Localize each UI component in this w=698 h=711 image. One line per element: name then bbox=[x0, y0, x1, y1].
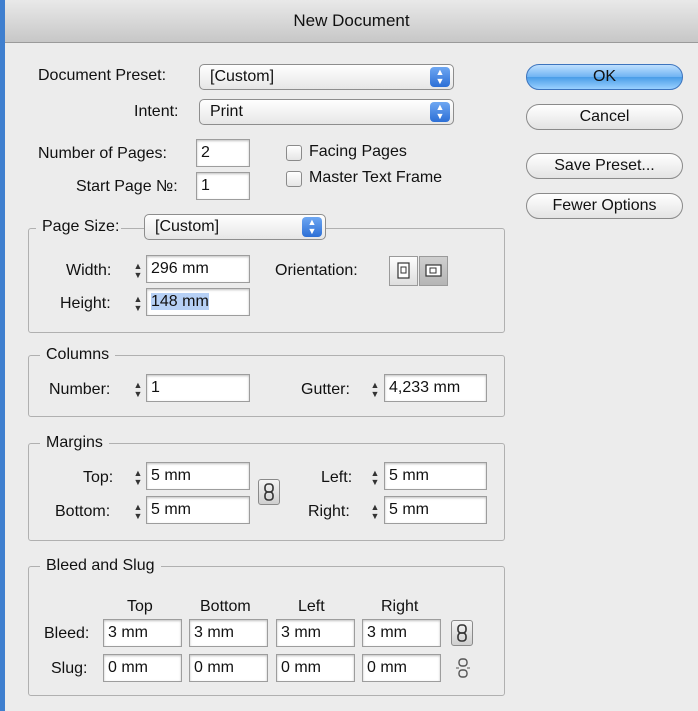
window-left-edge bbox=[0, 0, 5, 711]
margin-left-input[interactable]: 5 mm bbox=[384, 462, 487, 490]
facing-pages-label: Facing Pages bbox=[309, 143, 407, 160]
gutter-label: Gutter: bbox=[301, 381, 350, 398]
column-right-label: Right bbox=[381, 598, 419, 615]
margin-right-input[interactable]: 5 mm bbox=[384, 496, 487, 524]
margin-left-label: Left: bbox=[321, 469, 353, 486]
bleed-link-button[interactable] bbox=[451, 620, 473, 646]
bleed-slug-title: Bleed and Slug bbox=[40, 557, 161, 575]
width-input[interactable]: 296 mm bbox=[146, 255, 250, 283]
ok-button[interactable]: OK bbox=[526, 64, 683, 90]
facing-pages-checkbox[interactable] bbox=[286, 145, 302, 161]
width-label: Width: bbox=[66, 262, 112, 279]
number-of-pages-label: Number of Pages: bbox=[38, 145, 167, 162]
columns-title: Columns bbox=[40, 346, 116, 364]
select-arrows-icon: ▲ ▼ bbox=[430, 102, 450, 122]
slug-label: Slug: bbox=[51, 660, 88, 677]
portrait-icon bbox=[397, 262, 410, 279]
column-top-label: Top bbox=[127, 598, 153, 615]
cancel-button[interactable]: Cancel bbox=[526, 104, 683, 130]
bleed-top-input[interactable]: 3 mm bbox=[103, 619, 182, 647]
margin-top-stepper[interactable]: ▲ ▼ bbox=[131, 469, 145, 487]
broken-chain-link-icon bbox=[456, 658, 470, 678]
chain-link-icon bbox=[264, 483, 274, 501]
page-size-select[interactable]: [Custom] ▲ ▼ bbox=[144, 214, 326, 240]
select-arrows-icon: ▲ ▼ bbox=[430, 67, 450, 87]
orientation-portrait-button[interactable] bbox=[389, 256, 418, 286]
slug-top-input[interactable]: 0 mm bbox=[103, 654, 182, 682]
landscape-icon bbox=[425, 264, 442, 277]
slug-bottom-input[interactable]: 0 mm bbox=[189, 654, 268, 682]
bleed-right-input[interactable]: 3 mm bbox=[362, 619, 441, 647]
height-label: Height: bbox=[60, 295, 111, 312]
margin-left-stepper[interactable]: ▲ ▼ bbox=[368, 469, 382, 487]
document-preset-select[interactable]: [Custom] ▲ ▼ bbox=[199, 64, 454, 90]
margin-bottom-stepper[interactable]: ▲ ▼ bbox=[131, 503, 145, 521]
margins-title: Margins bbox=[40, 434, 109, 452]
page-size-value: [Custom] bbox=[155, 218, 220, 235]
orientation-label: Orientation: bbox=[275, 262, 358, 279]
height-input[interactable]: 148 mm bbox=[151, 293, 209, 310]
start-page-label: Start Page №: bbox=[76, 178, 178, 195]
save-preset-button[interactable]: Save Preset... bbox=[526, 153, 683, 179]
intent-value: Print bbox=[210, 103, 243, 120]
fewer-options-button[interactable]: Fewer Options bbox=[526, 193, 683, 219]
margin-top-label: Top: bbox=[83, 469, 114, 486]
intent-label: Intent: bbox=[134, 103, 179, 120]
bleed-bottom-input[interactable]: 3 mm bbox=[189, 619, 268, 647]
intent-select[interactable]: Print ▲ ▼ bbox=[199, 99, 454, 125]
columns-number-stepper[interactable]: ▲ ▼ bbox=[131, 381, 145, 399]
height-stepper[interactable]: ▲ ▼ bbox=[131, 295, 145, 313]
bleed-label: Bleed: bbox=[44, 625, 90, 642]
columns-number-input[interactable]: 1 bbox=[146, 374, 250, 402]
document-preset-value: [Custom] bbox=[210, 68, 275, 85]
master-text-frame-label: Master Text Frame bbox=[309, 169, 443, 186]
page-size-label: Page Size: bbox=[36, 218, 122, 236]
chain-link-icon bbox=[457, 624, 467, 642]
slug-right-input[interactable]: 0 mm bbox=[362, 654, 441, 682]
column-left-label: Left bbox=[298, 598, 325, 615]
margin-bottom-label: Bottom: bbox=[55, 503, 111, 520]
start-page-input[interactable]: 1 bbox=[196, 172, 250, 200]
master-text-frame-checkbox[interactable] bbox=[286, 171, 302, 187]
orientation-landscape-button[interactable] bbox=[419, 256, 448, 286]
margin-right-stepper[interactable]: ▲ ▼ bbox=[368, 503, 382, 521]
slug-left-input[interactable]: 0 mm bbox=[276, 654, 355, 682]
document-preset-label: Document Preset: bbox=[38, 67, 167, 84]
slug-link-button[interactable] bbox=[453, 656, 473, 680]
column-bottom-label: Bottom bbox=[200, 598, 251, 615]
bleed-left-input[interactable]: 3 mm bbox=[276, 619, 355, 647]
height-input-box[interactable]: 148 mm bbox=[146, 288, 250, 316]
margins-link-button[interactable] bbox=[258, 479, 280, 505]
margin-top-input[interactable]: 5 mm bbox=[146, 462, 250, 490]
window-title: New Document bbox=[5, 0, 698, 43]
gutter-input[interactable]: 4,233 mm bbox=[384, 374, 487, 402]
margin-bottom-input[interactable]: 5 mm bbox=[146, 496, 250, 524]
margin-right-label: Right: bbox=[308, 503, 350, 520]
number-of-pages-input[interactable]: 2 bbox=[196, 139, 250, 167]
columns-number-label: Number: bbox=[49, 381, 111, 398]
select-arrows-icon: ▲ ▼ bbox=[302, 217, 322, 237]
gutter-stepper[interactable]: ▲ ▼ bbox=[368, 381, 382, 399]
width-stepper[interactable]: ▲ ▼ bbox=[131, 262, 145, 280]
